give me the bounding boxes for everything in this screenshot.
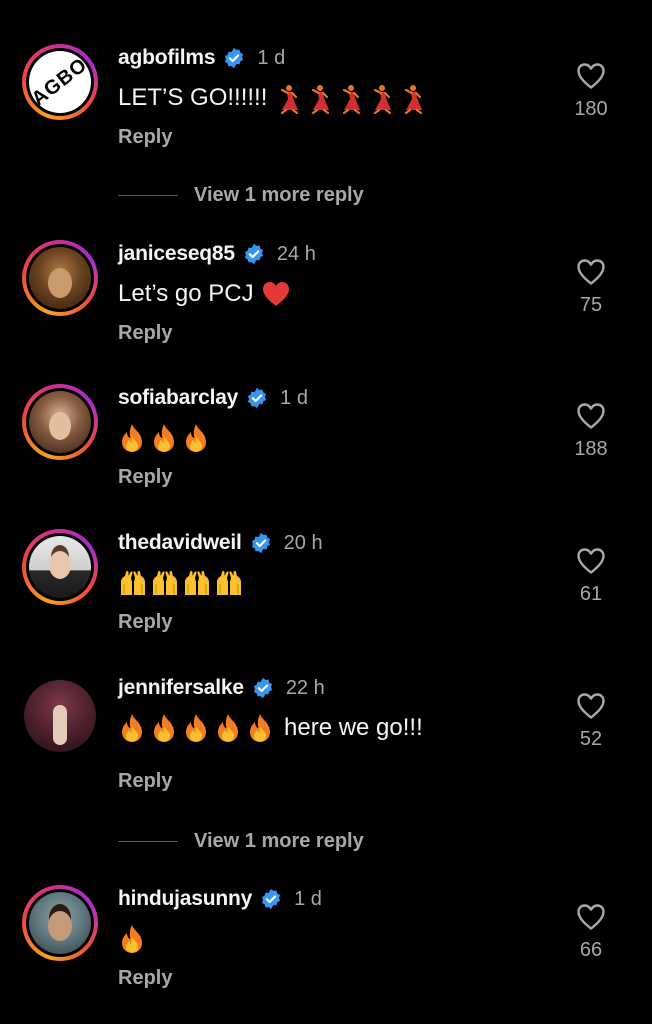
reply-button[interactable]: Reply xyxy=(118,466,308,489)
avatar-story-ring[interactable] xyxy=(22,240,98,316)
comment-time: 1 d xyxy=(257,46,286,69)
avatar-face xyxy=(49,412,71,440)
comment-time: 22 h xyxy=(285,676,325,699)
fire-icon xyxy=(182,713,210,743)
reply-button[interactable]: Reply xyxy=(118,967,322,990)
avatar-face xyxy=(49,551,71,579)
verified-badge-icon xyxy=(223,47,245,69)
view-more-replies-text[interactable]: View 1 more reply xyxy=(194,830,364,853)
avatar[interactable] xyxy=(29,536,91,598)
view-more-replies[interactable]: View 1 more reply xyxy=(118,184,364,207)
fire-icon xyxy=(182,423,210,453)
red-heart-icon xyxy=(262,281,290,307)
verified-badge-icon xyxy=(246,387,268,409)
comment-text: LET’S GO!!!!!! xyxy=(118,82,428,114)
fire-icon xyxy=(118,713,146,743)
dancer-icon xyxy=(304,84,332,114)
like-heart-icon[interactable] xyxy=(576,402,606,430)
raising-hands-icon xyxy=(118,568,148,598)
agbo-logo: AGBO xyxy=(29,53,91,110)
comment-text: here we go!!! xyxy=(118,712,423,744)
comment-text xyxy=(118,422,308,454)
dancer-icon xyxy=(273,84,301,114)
raising-hands-icon xyxy=(182,568,212,598)
raising-hands-icon xyxy=(150,568,180,598)
reply-button[interactable]: Reply xyxy=(118,770,423,793)
reply-button[interactable]: Reply xyxy=(118,322,316,345)
divider-line xyxy=(118,841,178,842)
avatar-story-ring[interactable] xyxy=(22,529,98,605)
view-more-replies-text[interactable]: View 1 more reply xyxy=(194,184,364,207)
reply-button[interactable]: Reply xyxy=(118,126,428,149)
comment-text: Let’s go PCJ xyxy=(118,278,316,310)
like-count: 180 xyxy=(574,98,608,120)
username[interactable]: janiceseq85 xyxy=(118,242,235,266)
avatar[interactable] xyxy=(24,680,96,752)
avatar[interactable] xyxy=(29,391,91,453)
fire-icon xyxy=(118,924,146,954)
verified-badge-icon xyxy=(252,677,274,699)
dancer-icon xyxy=(397,84,425,114)
username[interactable]: hindujasunny xyxy=(118,887,252,911)
dancer-emojis xyxy=(273,82,428,114)
comment-text-content: LET’S GO!!!!!! xyxy=(118,84,268,111)
avatar-face xyxy=(48,911,72,941)
comment-time: 20 h xyxy=(283,531,323,554)
verified-badge-icon xyxy=(250,532,272,554)
fire-icon xyxy=(150,423,178,453)
avatar-figure xyxy=(53,705,67,745)
avatar[interactable]: AGBO xyxy=(29,51,91,113)
avatar-story-ring[interactable] xyxy=(22,885,98,961)
divider-line xyxy=(118,195,178,196)
view-more-replies[interactable]: View 1 more reply xyxy=(118,830,364,853)
avatar-story-ring[interactable]: AGBO xyxy=(22,44,98,120)
comment-time: 24 h xyxy=(276,242,316,265)
verified-badge-icon xyxy=(260,888,282,910)
avatar-story-ring[interactable] xyxy=(22,384,98,460)
fire-icon xyxy=(118,423,146,453)
like-heart-icon[interactable] xyxy=(576,258,606,286)
fire-icon xyxy=(214,713,242,743)
reply-button[interactable]: Reply xyxy=(118,611,323,634)
username[interactable]: jennifersalke xyxy=(118,676,244,700)
like-heart-icon[interactable] xyxy=(576,692,606,720)
raising-hands-icon xyxy=(214,568,244,598)
like-heart-icon[interactable] xyxy=(576,903,606,931)
avatar[interactable] xyxy=(29,247,91,309)
fire-icon xyxy=(246,713,274,743)
avatar-face xyxy=(48,268,72,298)
comment-text-content: Let’s go PCJ xyxy=(118,280,254,307)
dancer-icon xyxy=(335,84,363,114)
like-count: 52 xyxy=(579,728,603,750)
username[interactable]: thedavidweil xyxy=(118,531,242,555)
comment-time: 1 d xyxy=(294,887,322,910)
comment-text xyxy=(118,567,323,599)
dancer-icon xyxy=(366,84,394,114)
like-count: 61 xyxy=(579,583,603,605)
username[interactable]: agbofilms xyxy=(118,46,216,70)
comment-time: 1 d xyxy=(280,386,308,409)
like-count: 66 xyxy=(579,939,603,961)
fire-icon xyxy=(150,713,178,743)
like-heart-icon[interactable] xyxy=(576,547,606,575)
like-heart-icon[interactable] xyxy=(576,62,606,90)
like-count: 188 xyxy=(574,438,608,460)
verified-badge-icon xyxy=(243,243,265,265)
like-count: 75 xyxy=(579,294,603,316)
avatar-container[interactable] xyxy=(22,678,98,754)
comment-text-content: here we go!!! xyxy=(284,714,423,741)
username[interactable]: sofiabarclay xyxy=(118,386,238,410)
comment-text xyxy=(118,923,322,955)
avatar[interactable] xyxy=(29,892,91,954)
